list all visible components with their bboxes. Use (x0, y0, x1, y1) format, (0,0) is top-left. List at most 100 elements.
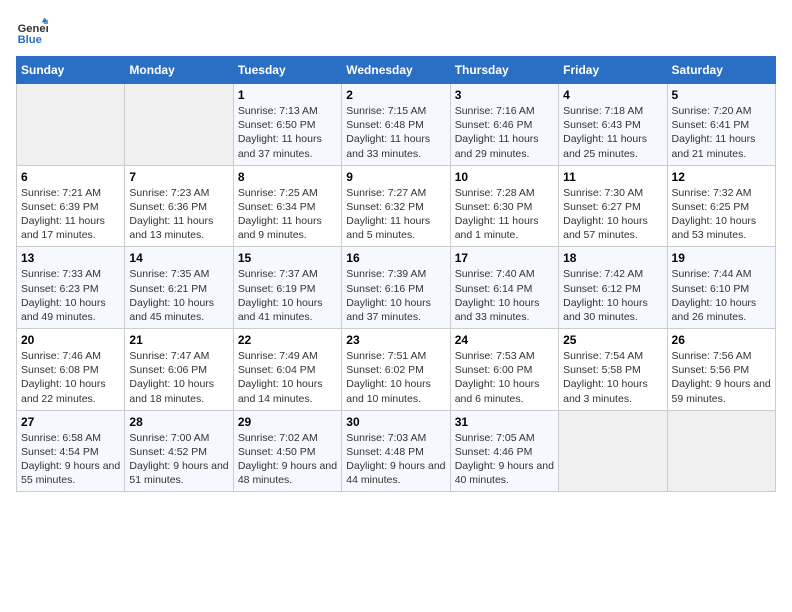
day-info: Sunrise: 7:15 AM Sunset: 6:48 PM Dayligh… (346, 104, 445, 161)
day-number: 10 (455, 170, 554, 184)
day-cell: 24 Sunrise: 7:53 AM Sunset: 6:00 PM Dayli… (450, 329, 558, 411)
day-info: Sunrise: 7:20 AM Sunset: 6:41 PM Dayligh… (672, 104, 771, 161)
day-cell: 25 Sunrise: 7:54 AM Sunset: 5:58 PM Dayli… (559, 329, 667, 411)
day-number: 29 (238, 415, 337, 429)
weekday-header-tuesday: Tuesday (233, 57, 341, 84)
day-cell: 31 Sunrise: 7:05 AM Sunset: 4:46 PM Dayli… (450, 410, 558, 492)
calendar-table: SundayMondayTuesdayWednesdayThursdayFrid… (16, 56, 776, 492)
week-row-2: 6 Sunrise: 7:21 AM Sunset: 6:39 PM Daylig… (17, 165, 776, 247)
day-cell: 19 Sunrise: 7:44 AM Sunset: 6:10 PM Dayli… (667, 247, 775, 329)
day-cell: 20 Sunrise: 7:46 AM Sunset: 6:08 PM Dayli… (17, 329, 125, 411)
day-info: Sunrise: 7:40 AM Sunset: 6:14 PM Dayligh… (455, 267, 554, 324)
day-number: 4 (563, 88, 662, 102)
day-number: 5 (672, 88, 771, 102)
day-info: Sunrise: 7:54 AM Sunset: 5:58 PM Dayligh… (563, 349, 662, 406)
day-cell: 10Sunrise: 7:28 AM Sunset: 6:30 PM Dayli… (450, 165, 558, 247)
day-info: Sunrise: 7:35 AM Sunset: 6:21 PM Dayligh… (129, 267, 228, 324)
day-cell: 27Sunrise: 6:58 AM Sunset: 4:54 PM Dayli… (17, 410, 125, 492)
day-info: Sunrise: 7:32 AM Sunset: 6:25 PM Dayligh… (672, 186, 771, 243)
day-number: 31 (455, 415, 554, 429)
day-cell: 4 Sunrise: 7:18 AM Sunset: 6:43 PM Daylig… (559, 84, 667, 166)
day-info: Sunrise: 7:33 AM Sunset: 6:23 PM Dayligh… (21, 267, 120, 324)
day-info: Sunrise: 7:18 AM Sunset: 6:43 PM Dayligh… (563, 104, 662, 161)
day-number: 19 (672, 251, 771, 265)
day-info: Sunrise: 7:37 AM Sunset: 6:19 PM Dayligh… (238, 267, 337, 324)
week-row-5: 27Sunrise: 6:58 AM Sunset: 4:54 PM Dayli… (17, 410, 776, 492)
day-cell: 5 Sunrise: 7:20 AM Sunset: 6:41 PM Daylig… (667, 84, 775, 166)
day-cell: 21Sunrise: 7:47 AM Sunset: 6:06 PM Dayli… (125, 329, 233, 411)
svg-text:Blue: Blue (18, 34, 42, 46)
day-number: 14 (129, 251, 228, 265)
day-cell: 14 Sunrise: 7:35 AM Sunset: 6:21 PM Dayli… (125, 247, 233, 329)
day-cell: 16 Sunrise: 7:39 AM Sunset: 6:16 PM Dayli… (342, 247, 450, 329)
day-number: 20 (21, 333, 120, 347)
day-number: 2 (346, 88, 445, 102)
weekday-header-sunday: Sunday (17, 57, 125, 84)
day-cell: 3Sunrise: 7:16 AM Sunset: 6:46 PM Daylig… (450, 84, 558, 166)
page-header: General Blue (16, 16, 776, 48)
day-cell: 28Sunrise: 7:00 AM Sunset: 4:52 PM Dayli… (125, 410, 233, 492)
day-cell (125, 84, 233, 166)
day-info: Sunrise: 7:46 AM Sunset: 6:08 PM Dayligh… (21, 349, 120, 406)
day-cell: 7 Sunrise: 7:23 AM Sunset: 6:36 PM Daylig… (125, 165, 233, 247)
day-number: 11 (563, 170, 662, 184)
day-number: 12 (672, 170, 771, 184)
day-number: 6 (21, 170, 120, 184)
day-info: Sunrise: 7:00 AM Sunset: 4:52 PM Dayligh… (129, 431, 228, 488)
svg-text:General: General (18, 23, 48, 35)
day-number: 16 (346, 251, 445, 265)
day-info: Sunrise: 7:51 AM Sunset: 6:02 PM Dayligh… (346, 349, 445, 406)
day-cell: 1 Sunrise: 7:13 AM Sunset: 6:50 PM Daylig… (233, 84, 341, 166)
day-info: Sunrise: 7:30 AM Sunset: 6:27 PM Dayligh… (563, 186, 662, 243)
day-cell (667, 410, 775, 492)
day-cell: 2 Sunrise: 7:15 AM Sunset: 6:48 PM Daylig… (342, 84, 450, 166)
week-row-3: 13 Sunrise: 7:33 AM Sunset: 6:23 PM Dayli… (17, 247, 776, 329)
day-number: 1 (238, 88, 337, 102)
weekday-header-friday: Friday (559, 57, 667, 84)
day-cell: 18 Sunrise: 7:42 AM Sunset: 6:12 PM Dayli… (559, 247, 667, 329)
day-cell: 11 Sunrise: 7:30 AM Sunset: 6:27 PM Dayli… (559, 165, 667, 247)
day-info: Sunrise: 7:02 AM Sunset: 4:50 PM Dayligh… (238, 431, 337, 488)
weekday-header-monday: Monday (125, 57, 233, 84)
day-number: 17 (455, 251, 554, 265)
day-info: Sunrise: 7:53 AM Sunset: 6:00 PM Dayligh… (455, 349, 554, 406)
day-cell: 12 Sunrise: 7:32 AM Sunset: 6:25 PM Dayli… (667, 165, 775, 247)
day-cell: 8Sunrise: 7:25 AM Sunset: 6:34 PM Daylig… (233, 165, 341, 247)
day-cell (17, 84, 125, 166)
week-row-4: 20 Sunrise: 7:46 AM Sunset: 6:08 PM Dayli… (17, 329, 776, 411)
day-number: 23 (346, 333, 445, 347)
day-info: Sunrise: 7:23 AM Sunset: 6:36 PM Dayligh… (129, 186, 228, 243)
day-number: 25 (563, 333, 662, 347)
day-info: Sunrise: 7:05 AM Sunset: 4:46 PM Dayligh… (455, 431, 554, 488)
day-number: 7 (129, 170, 228, 184)
day-number: 21 (129, 333, 228, 347)
day-cell (559, 410, 667, 492)
day-number: 9 (346, 170, 445, 184)
day-info: Sunrise: 7:39 AM Sunset: 6:16 PM Dayligh… (346, 267, 445, 324)
day-cell: 22Sunrise: 7:49 AM Sunset: 6:04 PM Dayli… (233, 329, 341, 411)
weekday-header-thursday: Thursday (450, 57, 558, 84)
day-info: Sunrise: 7:56 AM Sunset: 5:56 PM Dayligh… (672, 349, 771, 406)
day-info: Sunrise: 7:44 AM Sunset: 6:10 PM Dayligh… (672, 267, 771, 324)
day-cell: 15 Sunrise: 7:37 AM Sunset: 6:19 PM Dayli… (233, 247, 341, 329)
day-number: 24 (455, 333, 554, 347)
day-number: 15 (238, 251, 337, 265)
logo: General Blue (16, 16, 52, 48)
day-cell: 6 Sunrise: 7:21 AM Sunset: 6:39 PM Daylig… (17, 165, 125, 247)
week-row-1: 1 Sunrise: 7:13 AM Sunset: 6:50 PM Daylig… (17, 84, 776, 166)
day-cell: 17 Sunrise: 7:40 AM Sunset: 6:14 PM Dayli… (450, 247, 558, 329)
weekday-header-saturday: Saturday (667, 57, 775, 84)
day-cell: 13 Sunrise: 7:33 AM Sunset: 6:23 PM Dayli… (17, 247, 125, 329)
day-info: Sunrise: 7:25 AM Sunset: 6:34 PM Dayligh… (238, 186, 337, 243)
day-info: Sunrise: 7:27 AM Sunset: 6:32 PM Dayligh… (346, 186, 445, 243)
day-number: 22 (238, 333, 337, 347)
day-info: Sunrise: 6:58 AM Sunset: 4:54 PM Dayligh… (21, 431, 120, 488)
day-cell: 9 Sunrise: 7:27 AM Sunset: 6:32 PM Daylig… (342, 165, 450, 247)
day-info: Sunrise: 7:13 AM Sunset: 6:50 PM Dayligh… (238, 104, 337, 161)
day-number: 13 (21, 251, 120, 265)
day-number: 30 (346, 415, 445, 429)
day-number: 18 (563, 251, 662, 265)
day-info: Sunrise: 7:16 AM Sunset: 6:46 PM Dayligh… (455, 104, 554, 161)
day-info: Sunrise: 7:21 AM Sunset: 6:39 PM Dayligh… (21, 186, 120, 243)
day-info: Sunrise: 7:42 AM Sunset: 6:12 PM Dayligh… (563, 267, 662, 324)
